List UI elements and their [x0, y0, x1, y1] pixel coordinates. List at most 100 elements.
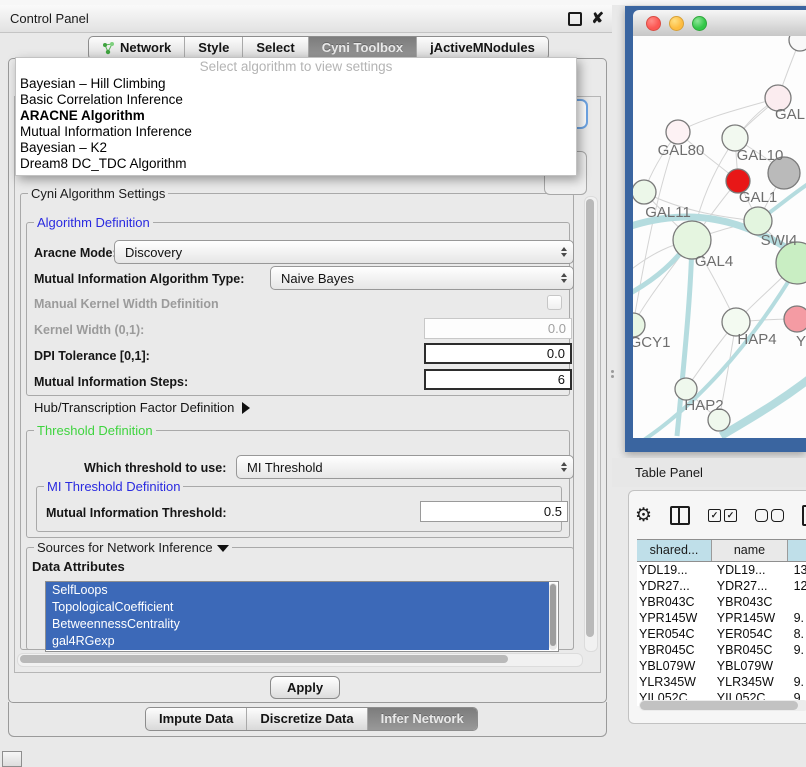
network-canvas[interactable]: GALGAL80GAL10GAL1GAL11SWI4GAL4GCY1HAP4YH…: [633, 36, 806, 438]
aracne-mode-combo[interactable]: Discovery: [114, 240, 574, 264]
table-cell: YBL079W: [712, 658, 791, 674]
kernel-width-label: Kernel Width (0,1):: [34, 323, 144, 337]
gear-icon[interactable]: ⚙: [635, 506, 652, 525]
deselect-all-checkboxes-icon[interactable]: [755, 509, 784, 522]
algorithm-dropdown-items: Bayesian – Hill ClimbingBasic Correlatio…: [16, 76, 576, 172]
field-value: 0.5: [544, 504, 562, 519]
table-cell: YDL19...: [712, 562, 791, 578]
network-view-window[interactable]: GALGAL80GAL10GAL1GAL11SWI4GAL4GCY1HAP4YH…: [625, 6, 806, 452]
table-row[interactable]: YER054CYER054C8.: [637, 626, 806, 642]
select-all-checkboxes-icon[interactable]: ✓✓: [708, 509, 737, 522]
attribute-list-item[interactable]: SelfLoops: [46, 582, 549, 599]
zoom-traffic-light-icon[interactable]: [692, 16, 707, 31]
panel-splitter-grip[interactable]: [609, 368, 616, 380]
table-cell: 13: [791, 562, 806, 578]
group-title: Sources for Network Inference: [34, 540, 232, 555]
table-header-row: shared... name: [637, 539, 806, 562]
column-header-name[interactable]: name: [712, 540, 788, 561]
kernel-width-field[interactable]: 0.0: [424, 318, 572, 339]
close-icon[interactable]: ✘: [591, 14, 604, 24]
tab-impute-data[interactable]: Impute Data: [146, 708, 246, 730]
apply-button[interactable]: Apply: [270, 676, 340, 699]
table-cell: YBR043C: [712, 594, 791, 610]
float-window-icon[interactable]: [568, 12, 582, 26]
dropdown-item[interactable]: Bayesian – K2: [16, 140, 576, 156]
manual-kernel-label: Manual Kernel Width Definition: [34, 297, 219, 311]
settings-horizontal-scrollbar[interactable]: [17, 653, 583, 667]
network-node-label: GAL: [775, 106, 805, 123]
table-cell: YER054C: [712, 626, 791, 642]
tab-label: jActiveMNodules: [430, 37, 535, 59]
expand-arrow-icon: [242, 402, 250, 414]
tab-select[interactable]: Select: [242, 37, 307, 59]
corner-widget[interactable]: [2, 751, 22, 767]
network-node[interactable]: [784, 306, 806, 332]
table-cell: 9.: [791, 610, 806, 626]
mi-steps-field[interactable]: 6: [424, 369, 572, 390]
dropdown-item[interactable]: Dream8 DC_TDC Algorithm: [16, 156, 576, 172]
dropdown-item[interactable]: Bayesian – Hill Climbing: [16, 76, 576, 92]
group-title: Cyni Algorithm Settings: [28, 186, 168, 201]
attribute-list-item[interactable]: gal4RGexp: [46, 633, 549, 650]
sources-title: Sources for Network Inference: [37, 540, 213, 555]
mi-type-combo[interactable]: Naive Bayes: [270, 266, 574, 290]
table-cell: YBR045C: [712, 642, 791, 658]
network-node[interactable]: [744, 207, 772, 235]
tab-label: Style: [198, 37, 229, 59]
list-scrollbar[interactable]: [549, 583, 557, 650]
tab-network[interactable]: Network: [89, 37, 184, 59]
spinner-arrows-icon: [561, 462, 573, 472]
combo-value: MI Threshold: [247, 460, 323, 475]
dpi-tolerance-field[interactable]: 0.0: [424, 343, 572, 364]
dropdown-item[interactable]: Mutual Information Inference: [16, 124, 576, 140]
tab-style[interactable]: Style: [184, 37, 242, 59]
attribute-list-item[interactable]: TopologicalCoefficient: [46, 599, 549, 616]
group-title: Algorithm Definition: [34, 215, 153, 230]
field-value: 6: [558, 372, 565, 387]
table-row[interactable]: YBL079WYBL079W: [637, 658, 806, 674]
network-node-label: GAL80: [658, 142, 705, 159]
tab-label: Cyni Toolbox: [322, 37, 403, 59]
table-row[interactable]: YDR27...YDR27...12: [637, 578, 806, 594]
network-node-label: GAL4: [695, 253, 733, 270]
table-row[interactable]: YLR345WYLR345W9.: [637, 674, 806, 690]
table-body: YDL19...YDL19...13YDR27...YDR27...12YBR0…: [637, 562, 806, 706]
attribute-list-item[interactable]: BetweennessCentrality: [46, 616, 549, 633]
column-header-extra[interactable]: [788, 540, 806, 561]
columns-icon[interactable]: [670, 506, 690, 525]
column-header-shared-name[interactable]: shared...: [637, 540, 712, 561]
tab-cyni-toolbox[interactable]: Cyni Toolbox: [308, 37, 416, 59]
control-panel-title: Control Panel: [0, 11, 89, 26]
dropdown-item[interactable]: Basic Correlation Inference: [16, 92, 576, 108]
tab-label: Network: [120, 37, 171, 59]
close-traffic-light-icon[interactable]: [646, 16, 661, 31]
network-window-titlebar[interactable]: [633, 10, 806, 37]
hub-section-toggle[interactable]: Hub/Transcription Factor Definition: [34, 400, 250, 415]
which-threshold-combo[interactable]: MI Threshold: [236, 455, 574, 479]
manual-kernel-checkbox[interactable]: [547, 295, 562, 310]
group-title: Threshold Definition: [34, 423, 156, 438]
network-node[interactable]: [633, 180, 656, 204]
table-horizontal-scrollbar[interactable]: [639, 700, 806, 711]
table-row[interactable]: YPR145WYPR145W9.: [637, 610, 806, 626]
network-node-label: HAP4: [737, 331, 776, 348]
network-node[interactable]: [789, 36, 806, 51]
tab-discretize-data[interactable]: Discretize Data: [246, 708, 366, 730]
table-row[interactable]: YDL19...YDL19...13: [637, 562, 806, 578]
data-attributes-list[interactable]: SelfLoopsTopologicalCoefficientBetweenne…: [45, 581, 559, 652]
network-node[interactable]: [666, 120, 690, 144]
table-row[interactable]: YBR045CYBR045C9.: [637, 642, 806, 658]
tab-infer-network[interactable]: Infer Network: [367, 708, 477, 730]
algorithm-dropdown-popup: Select algorithm to view settings Bayesi…: [15, 57, 577, 176]
hub-section-label: Hub/Transcription Factor Definition: [34, 400, 234, 415]
dropdown-item[interactable]: ARACNE Algorithm: [16, 108, 576, 124]
mi-threshold-field[interactable]: 0.5: [420, 501, 568, 522]
table-row[interactable]: YBR043CYBR043C: [637, 594, 806, 610]
tab-jactivemnodules[interactable]: jActiveMNodules: [416, 37, 548, 59]
table-toolbar: ⚙ ✓✓: [635, 499, 806, 531]
export-table-icon[interactable]: [802, 505, 806, 526]
minimize-traffic-light-icon[interactable]: [669, 16, 684, 31]
table-cell: YPR145W: [637, 610, 712, 626]
settings-vertical-scrollbar[interactable]: [584, 196, 598, 652]
which-threshold-label: Which threshold to use:: [84, 461, 226, 475]
